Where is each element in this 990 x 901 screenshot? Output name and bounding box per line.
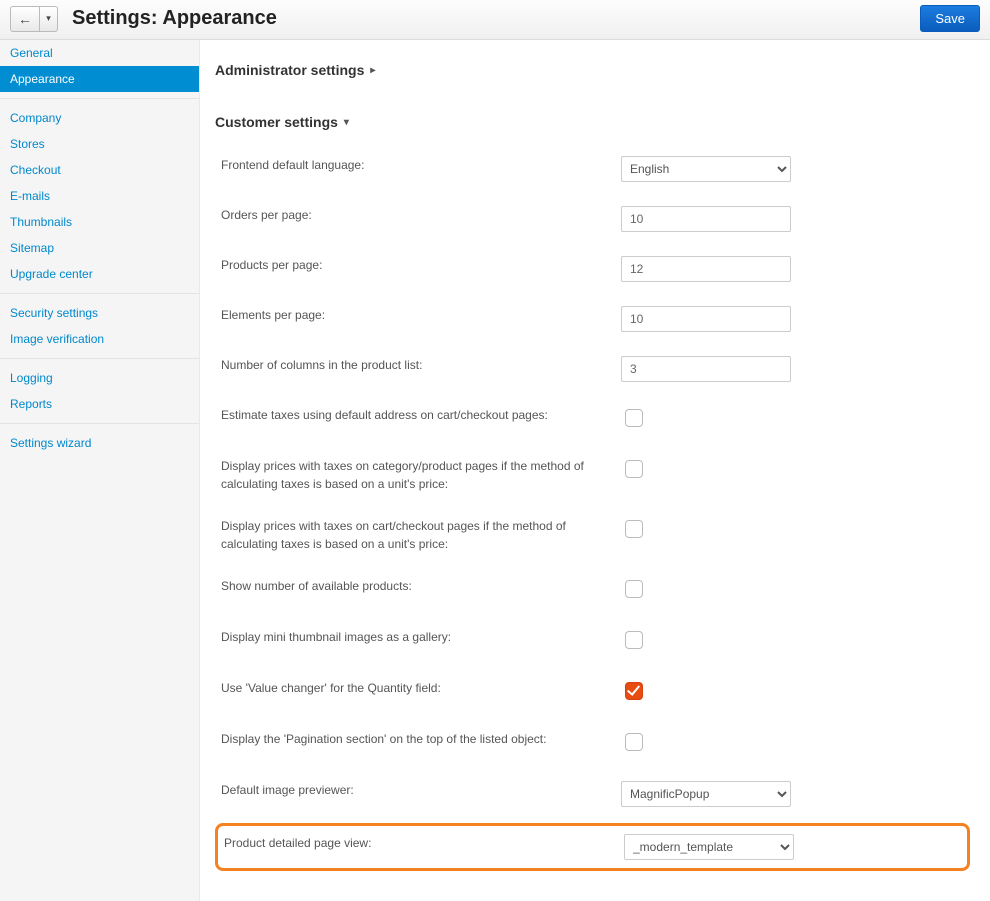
sidebar-separator [0,98,199,99]
row-num-columns: Number of columns in the product list: [215,344,970,394]
sidebar-item-settings-wizard[interactable]: Settings wizard [0,430,199,456]
row-display-prices-category: Display prices with taxes on category/pr… [215,445,970,505]
label-mini-thumb-gallery: Display mini thumbnail images as a galle… [221,628,621,646]
main-content: Administrator settings ▸ Customer settin… [200,40,990,901]
input-num-columns[interactable] [621,356,791,382]
row-show-available: Show number of available products: [215,565,970,616]
administrator-settings-toggle[interactable]: Administrator settings ▸ [215,62,375,78]
caret-right-icon: ▸ [370,65,375,76]
select-image-previewer[interactable]: MagnificPopup [621,781,791,807]
row-value-changer: Use 'Value changer' for the Quantity fie… [215,667,970,718]
sidebar-item-label: General [10,46,53,60]
label-orders-per-page: Orders per page: [221,206,621,224]
sidebar-item-sitemap[interactable]: Sitemap [0,235,199,261]
input-products-per-page[interactable] [621,256,791,282]
sidebar-separator [0,358,199,359]
row-orders-per-page: Orders per page: [215,194,970,244]
label-estimate-taxes: Estimate taxes using default address on … [221,406,621,424]
checkbox-pagination-top[interactable] [625,733,643,751]
label-num-columns: Number of columns in the product list: [221,356,621,374]
sidebar-item-label: Logging [10,371,53,385]
back-dropdown-button[interactable]: ▾ [40,6,58,32]
sidebar-item-label: Sitemap [10,241,54,255]
row-product-detail-view: Product detailed page view: _modern_temp… [215,823,970,871]
row-pagination-top: Display the 'Pagination section' on the … [215,718,970,769]
save-button[interactable]: Save [920,5,980,32]
sidebar: General Appearance Company Stores Checkout E-… [0,40,200,901]
section-administrator: Administrator settings ▸ [215,62,970,84]
sidebar-item-stores[interactable]: Stores [0,131,199,157]
sidebar-item-company[interactable]: Company [0,105,199,131]
layout: General Appearance Company Stores Checkout E-… [0,40,990,901]
back-button-group: ← ▾ [10,6,58,32]
caret-down-icon: ▾ [344,117,349,128]
section-customer: Customer settings ▾ Frontend default lan… [215,114,970,871]
back-button[interactable]: ← [10,6,40,32]
checkbox-display-prices-cart[interactable] [625,520,643,538]
sidebar-item-label: Reports [10,397,52,411]
label-display-prices-category: Display prices with taxes on category/pr… [221,457,621,493]
label-products-per-page: Products per page: [221,256,621,274]
sidebar-item-upgrade-center[interactable]: Upgrade center [0,261,199,287]
sidebar-item-label: Company [10,111,61,125]
row-mini-thumb-gallery: Display mini thumbnail images as a galle… [215,616,970,667]
select-frontend-language[interactable]: English [621,156,791,182]
header-left: ← ▾ Settings: Appearance [10,6,277,32]
sidebar-item-appearance[interactable]: Appearance [0,66,199,92]
sidebar-separator [0,423,199,424]
row-estimate-taxes: Estimate taxes using default address on … [215,394,970,445]
row-image-previewer: Default image previewer: MagnificPopup [215,769,970,819]
sidebar-item-label: Settings wizard [10,436,91,450]
input-orders-per-page[interactable] [621,206,791,232]
row-frontend-language: Frontend default language: English [215,144,970,194]
arrow-left-icon: ← [18,11,32,27]
checkbox-estimate-taxes[interactable] [625,409,643,427]
page-title: Settings: Appearance [72,7,277,30]
sidebar-item-label: Image verification [10,332,104,346]
label-product-detail-view: Product detailed page view: [224,834,624,852]
sidebar-item-label: Security settings [10,306,98,320]
caret-down-icon: ▾ [46,13,51,24]
checkbox-mini-thumb-gallery[interactable] [625,631,643,649]
sidebar-separator [0,293,199,294]
label-image-previewer: Default image previewer: [221,781,621,799]
label-value-changer: Use 'Value changer' for the Quantity fie… [221,679,621,697]
sidebar-item-security-settings[interactable]: Security settings [0,300,199,326]
label-frontend-language: Frontend default language: [221,156,621,174]
section-title-label: Customer settings [215,114,338,130]
sidebar-item-reports[interactable]: Reports [0,391,199,417]
label-elements-per-page: Elements per page: [221,306,621,324]
section-title-label: Administrator settings [215,62,364,78]
sidebar-item-label: Appearance [10,72,75,86]
customer-settings-toggle[interactable]: Customer settings ▾ [215,114,349,130]
sidebar-item-label: Stores [10,137,45,151]
sidebar-item-logging[interactable]: Logging [0,365,199,391]
sidebar-item-e-mails[interactable]: E-mails [0,183,199,209]
checkbox-display-prices-category[interactable] [625,460,643,478]
sidebar-item-image-verification[interactable]: Image verification [0,326,199,352]
sidebar-item-general[interactable]: General [0,40,199,66]
label-pagination-top: Display the 'Pagination section' on the … [221,730,621,748]
sidebar-item-label: Checkout [10,163,61,177]
checkbox-show-available[interactable] [625,580,643,598]
row-elements-per-page: Elements per page: [215,294,970,344]
label-display-prices-cart: Display prices with taxes on cart/checko… [221,517,621,553]
sidebar-item-checkout[interactable]: Checkout [0,157,199,183]
sidebar-item-label: Thumbnails [10,215,72,229]
row-display-prices-cart: Display prices with taxes on cart/checko… [215,505,970,565]
page-header: ← ▾ Settings: Appearance Save [0,0,990,40]
checkbox-value-changer[interactable] [625,682,643,700]
row-products-per-page: Products per page: [215,244,970,294]
sidebar-item-thumbnails[interactable]: Thumbnails [0,209,199,235]
sidebar-item-label: Upgrade center [10,267,93,281]
input-elements-per-page[interactable] [621,306,791,332]
label-show-available: Show number of available products: [221,577,621,595]
sidebar-item-label: E-mails [10,189,50,203]
select-product-detail-view[interactable]: _modern_template [624,834,794,860]
